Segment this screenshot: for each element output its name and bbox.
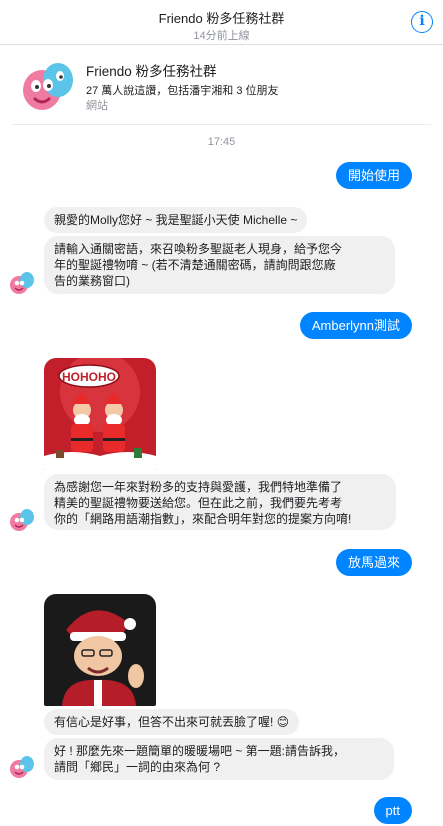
page-category: 網站 — [86, 100, 108, 112]
bot-avatar-icon[interactable] — [9, 506, 36, 533]
santa-waving-image[interactable] — [44, 594, 156, 706]
incoming-message[interactable]: 為感謝您一年來對粉多的支持與愛護，我們特地準備了 精美的聖誕禮物要送給您。但在此… — [44, 474, 396, 530]
chat-header: Friendo 粉多任務社群 14分前上線 i — [0, 0, 443, 45]
bot-avatar-icon[interactable] — [9, 753, 36, 780]
incoming-message[interactable]: 親愛的Molly您好 ~ 我是聖誕小天使 Michelle ~ — [44, 207, 308, 233]
outgoing-message[interactable]: Amberlynn測試 — [299, 312, 412, 339]
message-line: 請輸入通關密語，來召喚粉多聖誕老人現身，給予您今 — [54, 242, 343, 256]
page-name[interactable]: Friendo 粉多任務社群 — [86, 60, 217, 80]
divider — [12, 124, 431, 125]
message-line: 告的業務窗口) — [54, 274, 130, 288]
friendo-logo[interactable] — [20, 56, 76, 114]
message-text: 有信心是好事，但答不出來可就丟臉了喔! 😊 — [54, 715, 290, 729]
outgoing-message[interactable]: 開始使用 — [335, 162, 412, 189]
outgoing-message[interactable]: 放馬過來 — [335, 549, 412, 576]
message-text: 親愛的Molly您好 ~ 我是聖誕小天使 Michelle ~ — [54, 213, 298, 227]
chat-title[interactable]: Friendo 粉多任務社群 — [0, 8, 443, 27]
bot-avatar-icon[interactable] — [9, 269, 36, 296]
message-line: 為感謝您一年來對粉多的支持與愛護，我們特地準備了 — [54, 480, 343, 494]
incoming-message[interactable]: 好 ! 那麼先來一題簡單的暖暖場吧 ~ 第一題:請告訴我， 請問「鄉民」一詞的由… — [44, 738, 394, 780]
active-status: 14分前上線 — [193, 30, 250, 42]
outgoing-message[interactable]: ptt — [373, 797, 412, 824]
message-line: 精美的聖誕禮物要送給您。但在此之前，我們要先考考 — [54, 496, 343, 510]
incoming-message[interactable]: 有信心是好事，但答不出來可就丟臉了喔! 😊 — [44, 709, 300, 735]
info-icon[interactable]: i — [411, 11, 433, 33]
santa-sticker-image[interactable]: HOHOHO — [44, 358, 156, 470]
message-line: 請問「鄉民」一詞的由來為何 ? — [54, 760, 221, 774]
message-line: 年的聖誕禮物唷 ~ (若不清楚通關密碼，請詢問跟您廠 — [54, 258, 336, 272]
hohoho-text: HOHOHO — [62, 370, 116, 384]
message-line: 好 ! 那麼先來一題簡單的暖暖場吧 ~ 第一題:請告訴我， — [54, 744, 346, 758]
page-info-card: Friendo 粉多任務社群 27 萬人說這讚，包括潘宇湘和 3 位朋友 網站 — [0, 46, 443, 124]
incoming-message[interactable]: 請輸入通關密語，來召喚粉多聖誕老人現身，給予您今 年的聖誕禮物唷 ~ (若不清楚… — [44, 236, 395, 294]
message-line: 你的「網路用語潮指數」，來配合明年對您的提案方向唷! — [54, 512, 352, 526]
page-likes: 27 萬人說這讚，包括潘宇湘和 3 位朋友 — [86, 85, 279, 97]
message-timestamp: 17:45 — [207, 136, 236, 148]
